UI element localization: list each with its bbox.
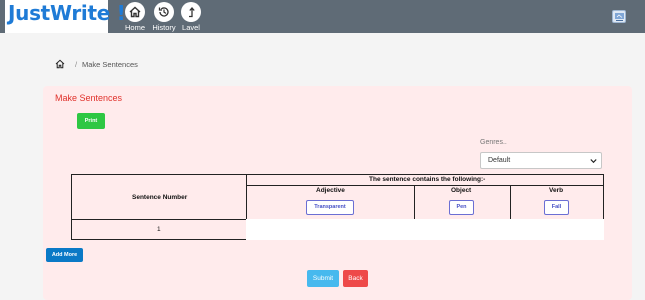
- level-up-icon: [181, 2, 201, 22]
- object-word-button[interactable]: Pen: [449, 200, 474, 215]
- brand-name: JustWrite !: [8, 1, 126, 25]
- verb-word-button[interactable]: Fall: [544, 200, 569, 215]
- submit-button[interactable]: Submit: [307, 270, 339, 287]
- breadcrumb-home-icon[interactable]: [55, 59, 65, 69]
- sentence-number-cell: 1: [157, 226, 161, 233]
- verb-header: Verb: [549, 187, 564, 194]
- home-icon: [125, 2, 145, 22]
- top-navbar: JustWrite ! Home History Lavel: [0, 0, 645, 33]
- chevron-down-icon: [590, 159, 597, 164]
- back-button[interactable]: Back: [343, 270, 368, 287]
- nav-level[interactable]: Lavel: [173, 1, 209, 33]
- breadcrumb-current: Make Sentences: [82, 60, 138, 69]
- genres-select[interactable]: Default: [480, 152, 602, 169]
- sentence-row-content: [246, 219, 604, 240]
- page-title: Make Sentences: [55, 93, 123, 103]
- group-header: The sentence contains the following:-: [369, 176, 486, 183]
- make-sentences-panel: Make Sentences Print Genres.. Default Se…: [43, 86, 632, 300]
- add-more-button[interactable]: Add More: [46, 248, 83, 262]
- object-header: Object: [451, 187, 472, 194]
- print-button[interactable]: Print: [77, 113, 105, 129]
- genres-label: Genres..: [480, 139, 507, 146]
- sentence-table: Sentence Number The sentence contains th…: [71, 174, 604, 240]
- brand-logo[interactable]: JustWrite !: [5, 0, 126, 33]
- app-icon[interactable]: [612, 10, 626, 23]
- breadcrumb-separator: /: [75, 60, 78, 69]
- nav-level-label: Lavel: [182, 23, 200, 32]
- history-icon: [154, 2, 174, 22]
- adjective-header: Adjective: [316, 187, 345, 194]
- adjective-word-button[interactable]: Transparent: [306, 200, 354, 215]
- genres-selected-value: Default: [488, 157, 511, 164]
- sentence-number-header: Sentence Number: [132, 194, 188, 201]
